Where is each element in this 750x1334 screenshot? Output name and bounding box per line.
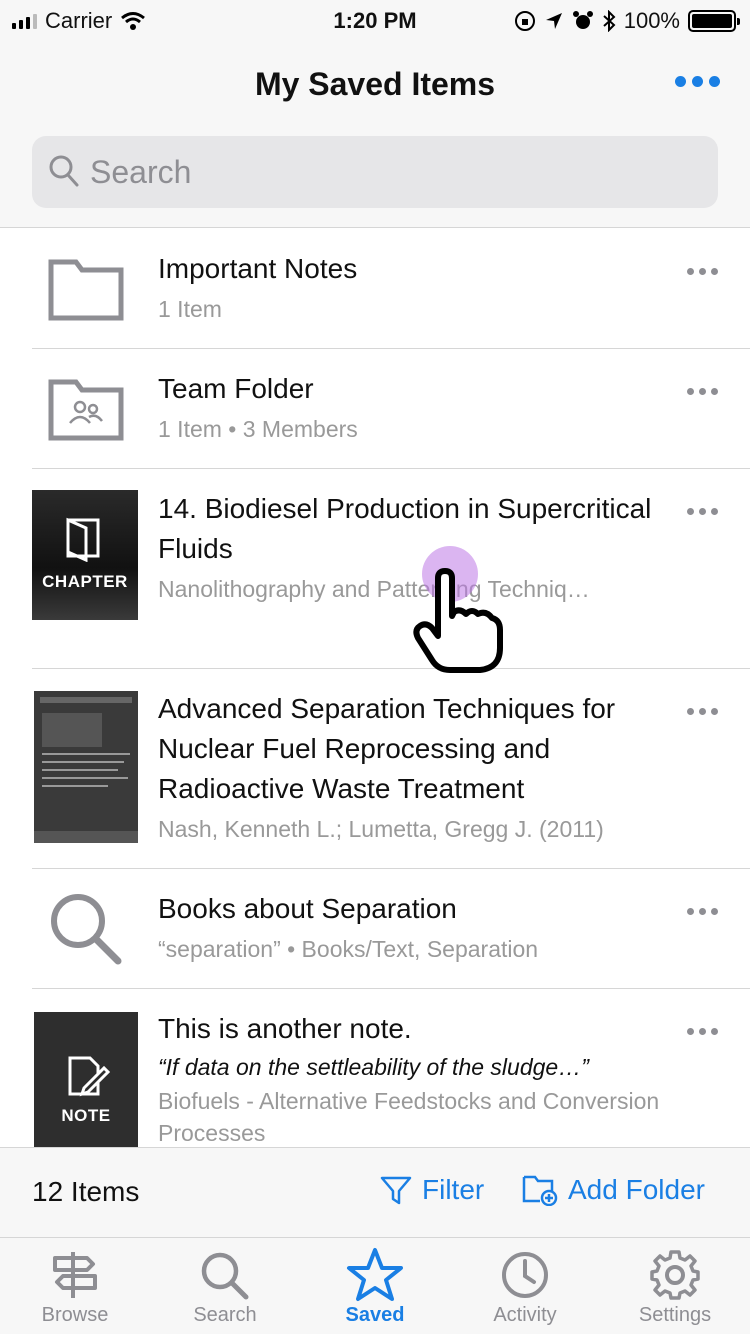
tab-bar: Browse Search Saved Activity Settings — [0, 1237, 750, 1334]
chapter-badge: CHAPTER — [42, 572, 128, 591]
folder-icon — [48, 259, 124, 321]
search-icon — [49, 155, 79, 187]
tab-search-label: Search — [193, 1304, 257, 1326]
item-title: This is another note. — [158, 1013, 412, 1044]
item-more-button[interactable] — [687, 1028, 718, 1035]
saved-items-list: Important Notes 1 Item Team Folder 1 Ite… — [0, 229, 750, 1147]
pointer-hand-icon — [413, 568, 503, 673]
list-item[interactable]: Advanced Separation Techniques for Nucle… — [0, 669, 750, 869]
item-subtitle: “separation” • Books/Text, Separation — [158, 936, 539, 962]
search-icon — [201, 1252, 249, 1300]
item-more-button[interactable] — [687, 708, 718, 715]
item-subtitle: 1 Item — [158, 296, 222, 322]
tab-settings[interactable]: Settings — [600, 1246, 750, 1327]
tab-activity[interactable]: Activity — [450, 1246, 600, 1327]
filter-button[interactable]: Filter — [380, 1174, 484, 1206]
filter-label: Filter — [422, 1174, 485, 1205]
search-icon — [51, 894, 122, 965]
item-subtitle: 1 Item • 3 Members — [158, 416, 358, 442]
book-chapter-icon: CHAPTER — [32, 490, 138, 620]
item-more-button[interactable] — [687, 908, 718, 915]
status-bar: Carrier 1:20 PM 100% — [0, 0, 750, 40]
item-subtitle: Nash, Kenneth L.; Lumetta, Gregg J. (201… — [158, 816, 604, 842]
item-title: Important Notes — [158, 253, 358, 284]
item-title: Books about Separation — [158, 893, 457, 924]
battery-icon — [688, 10, 740, 32]
clock-icon — [502, 1252, 548, 1298]
add-folder-label: Add Folder — [568, 1174, 705, 1205]
search-input[interactable] — [90, 136, 690, 208]
nav-header: My Saved Items — [0, 40, 750, 228]
list-item[interactable]: CHAPTER 14. Biodiesel Production in Supe… — [0, 469, 750, 669]
edit-note-icon — [68, 1056, 110, 1097]
tab-settings-label: Settings — [638, 1304, 712, 1326]
item-title: Team Folder — [158, 373, 314, 404]
item-quote: “If data on the settleability of the slu… — [158, 1054, 589, 1080]
signpost-icon — [53, 1252, 97, 1298]
item-more-button[interactable] — [687, 388, 718, 395]
search-bar[interactable] — [32, 136, 718, 208]
shared-folder-icon — [48, 379, 124, 441]
list-item[interactable]: Important Notes 1 Item — [0, 229, 750, 349]
book-cover — [34, 691, 138, 843]
alarm-icon — [572, 11, 593, 29]
tab-search[interactable]: Search — [150, 1246, 300, 1327]
bottom-toolbar: 12 Items Filter Add Folder — [0, 1147, 750, 1237]
page-title: My Saved Items — [254, 66, 496, 102]
filter-icon — [380, 1176, 412, 1205]
gear-icon — [650, 1250, 700, 1300]
tab-browse-label: Browse — [41, 1304, 109, 1326]
list-item[interactable]: Team Folder 1 Item • 3 Members — [0, 349, 750, 469]
items-count: 12 Items — [32, 1176, 140, 1207]
note-icon: NOTE — [34, 1012, 138, 1147]
item-title: Advanced Separation Techniques for Nucle… — [158, 693, 616, 804]
bluetooth-icon — [603, 10, 616, 32]
open-book-icon — [66, 517, 100, 562]
item-title: 14. Biodiesel Production in Supercritica… — [158, 493, 652, 564]
more-options-button[interactable] — [675, 76, 720, 87]
tab-browse[interactable]: Browse — [0, 1246, 150, 1327]
list-item[interactable]: Books about Separation “separation” • Bo… — [0, 869, 750, 989]
list-item[interactable]: NOTE This is another note. “If data on t… — [0, 989, 750, 1147]
note-badge: NOTE — [61, 1106, 111, 1125]
add-folder-button[interactable]: Add Folder — [522, 1174, 705, 1206]
add-folder-icon — [522, 1175, 558, 1206]
rotation-lock-icon — [514, 11, 535, 31]
item-more-button[interactable] — [687, 268, 718, 275]
tab-saved[interactable]: Saved — [300, 1246, 450, 1327]
item-more-button[interactable] — [687, 508, 718, 515]
tab-saved-label: Saved — [345, 1304, 405, 1326]
star-icon — [347, 1248, 403, 1301]
battery-percent: 100% — [623, 8, 680, 33]
location-icon — [545, 13, 562, 29]
item-subtitle: Biofuels - Alternative Feedstocks and Co… — [158, 1088, 660, 1146]
tab-activity-label: Activity — [493, 1304, 557, 1326]
